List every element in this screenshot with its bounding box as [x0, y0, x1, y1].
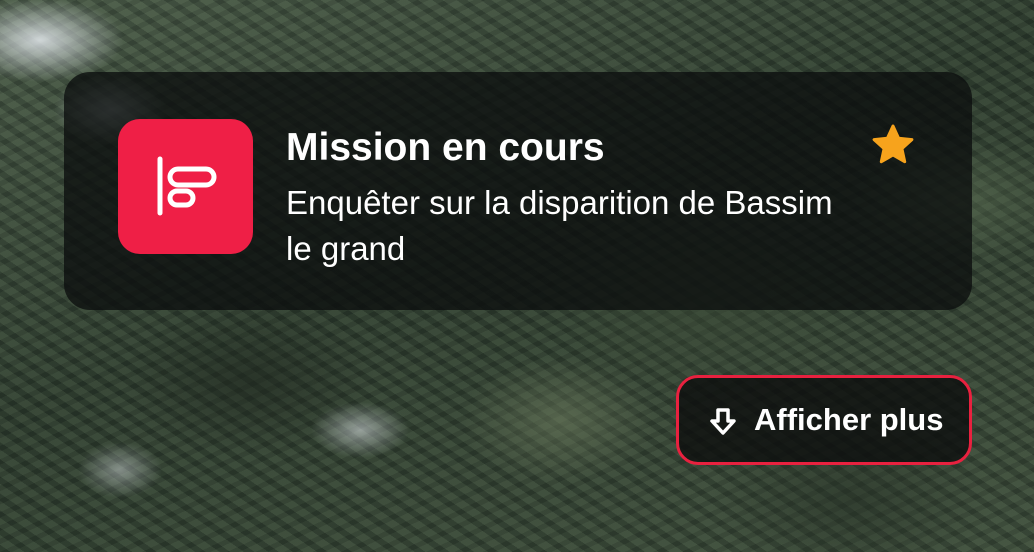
mission-notification-card[interactable]: Mission en cours Enquêter sur la dispari…	[64, 72, 972, 310]
arrow-down-icon	[710, 408, 736, 435]
show-more-label: Afficher plus	[754, 402, 944, 437]
show-more-button[interactable]: Afficher plus	[676, 375, 972, 465]
mission-icon	[157, 156, 217, 216]
notification-body: Enquêter sur la disparition de Bassim le…	[286, 184, 833, 267]
mission-app-icon	[118, 119, 253, 254]
star-icon[interactable]	[870, 122, 916, 168]
notification-title: Mission en cours	[286, 126, 605, 169]
